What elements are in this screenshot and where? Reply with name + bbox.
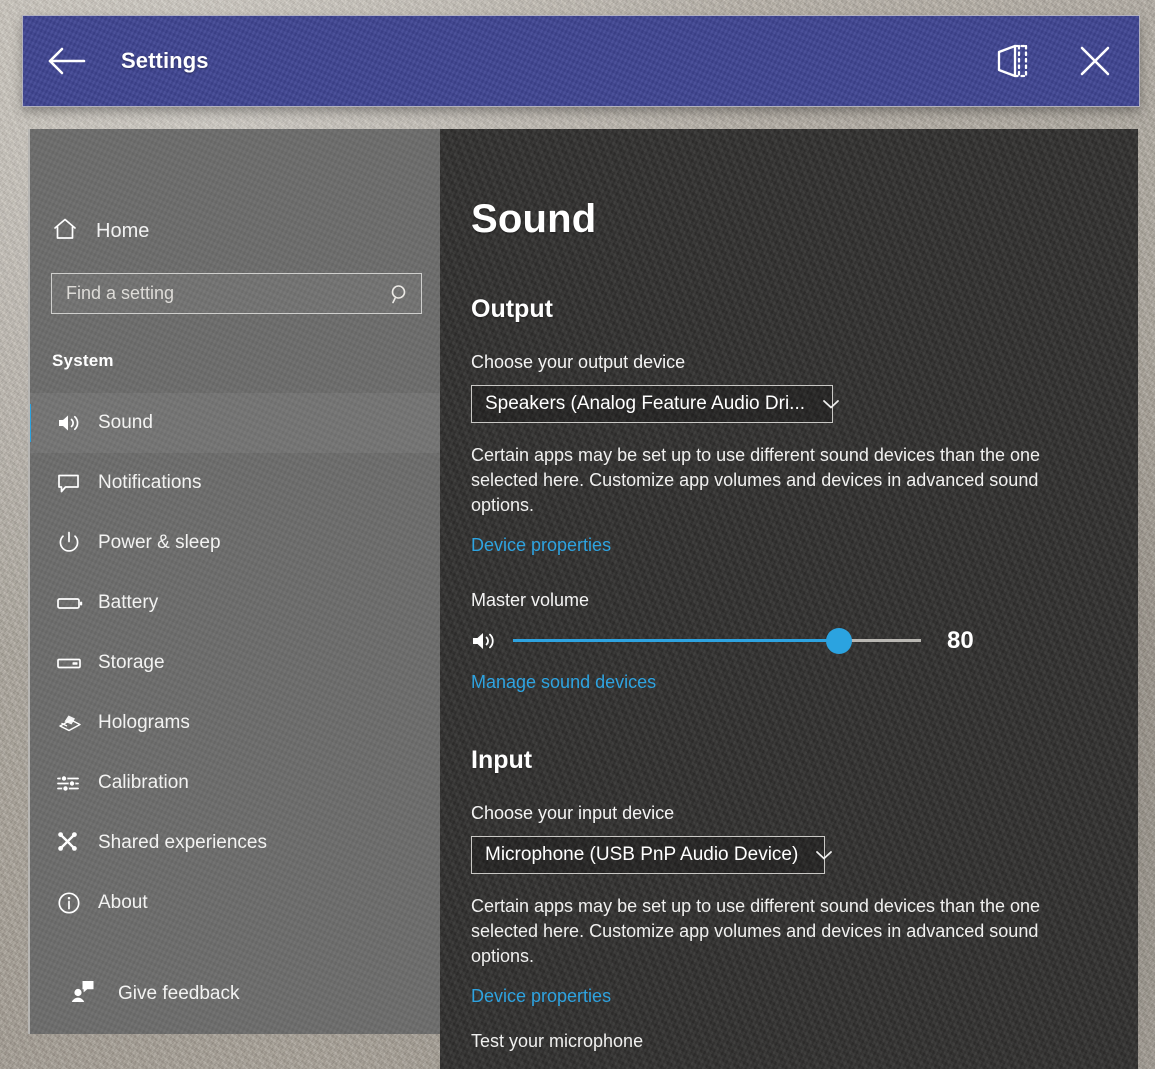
section-title-input: Input bbox=[471, 746, 1138, 775]
holograms-icon bbox=[56, 710, 90, 736]
speaker-icon bbox=[56, 411, 90, 435]
sidebar-item-calibration[interactable]: Calibration bbox=[30, 753, 440, 813]
sidebar-item-label: Notifications bbox=[98, 472, 202, 494]
sidebar-item-power-sleep[interactable]: Power & sleep bbox=[30, 513, 440, 573]
storage-icon bbox=[56, 653, 90, 673]
sidebar-item-give-feedback[interactable]: Give feedback bbox=[30, 966, 440, 1022]
section-title-output: Output bbox=[471, 295, 1138, 324]
sidebar-item-about[interactable]: About bbox=[30, 873, 440, 933]
output-description: Certain apps may be set up to use differ… bbox=[471, 443, 1049, 518]
chevron-down-icon bbox=[814, 848, 834, 862]
chevron-down-icon bbox=[821, 397, 841, 411]
sidebar-item-notifications[interactable]: Notifications bbox=[30, 453, 440, 513]
notification-icon bbox=[56, 471, 90, 495]
sidebar-item-sound[interactable]: Sound bbox=[30, 393, 440, 453]
follow-me-icon bbox=[992, 41, 1034, 81]
page-title: Sound bbox=[471, 197, 1138, 242]
input-device-value: Microphone (USB PnP Audio Device) bbox=[485, 844, 798, 866]
output-device-dropdown[interactable]: Speakers (Analog Feature Audio Dri... bbox=[471, 385, 833, 423]
sidebar-group-label: System bbox=[52, 351, 440, 371]
shared-experiences-icon bbox=[56, 830, 90, 856]
info-icon bbox=[56, 890, 90, 916]
sidebar-home-label: Home bbox=[96, 220, 149, 243]
search-box[interactable] bbox=[51, 273, 422, 314]
settings-sidebar: Home System Sound bbox=[28, 129, 440, 1034]
master-volume-label: Master volume bbox=[471, 590, 1138, 611]
sidebar-item-label: Sound bbox=[98, 412, 153, 434]
settings-content-panel: Sound Output Choose your output device S… bbox=[440, 129, 1138, 1069]
sidebar-item-label: Calibration bbox=[98, 772, 189, 794]
test-microphone-label: Test your microphone bbox=[471, 1031, 1138, 1052]
power-icon bbox=[56, 530, 90, 556]
close-icon bbox=[1074, 40, 1116, 82]
app-title-bar: Settings bbox=[22, 15, 1140, 107]
sidebar-item-shared-experiences[interactable]: Shared experiences bbox=[30, 813, 440, 873]
volume-speaker-icon[interactable] bbox=[471, 629, 505, 653]
input-device-properties-link[interactable]: Device properties bbox=[471, 986, 611, 1007]
sidebar-item-holograms[interactable]: Holograms bbox=[30, 693, 440, 753]
follow-me-button[interactable] bbox=[975, 15, 1051, 107]
sidebar-item-label: Holograms bbox=[98, 712, 190, 734]
home-icon bbox=[52, 216, 78, 247]
sidebar-item-label: Battery bbox=[98, 592, 158, 614]
search-icon[interactable] bbox=[389, 274, 411, 313]
master-volume-row: 80 bbox=[471, 627, 1138, 655]
slider-thumb[interactable] bbox=[826, 628, 852, 654]
manage-sound-devices-link[interactable]: Manage sound devices bbox=[471, 672, 656, 693]
sidebar-item-storage[interactable]: Storage bbox=[30, 633, 440, 693]
close-button[interactable] bbox=[1051, 15, 1139, 107]
output-device-label: Choose your output device bbox=[471, 352, 1138, 373]
sidebar-item-label: About bbox=[98, 892, 148, 914]
sidebar-feedback-label: Give feedback bbox=[118, 983, 239, 1005]
sidebar-item-home[interactable]: Home bbox=[52, 209, 440, 253]
input-description: Certain apps may be set up to use differ… bbox=[471, 894, 1049, 969]
sidebar-nav-list: Sound Notifications Power & sleep bbox=[30, 393, 440, 933]
search-input[interactable] bbox=[52, 274, 362, 313]
input-device-dropdown[interactable]: Microphone (USB PnP Audio Device) bbox=[471, 836, 825, 874]
master-volume-slider[interactable] bbox=[513, 628, 921, 654]
slider-fill bbox=[513, 639, 839, 642]
input-device-label: Choose your input device bbox=[471, 803, 1138, 824]
sidebar-item-label: Storage bbox=[98, 652, 165, 674]
back-arrow-icon bbox=[46, 44, 86, 78]
calibration-icon bbox=[56, 771, 90, 795]
master-volume-value: 80 bbox=[947, 627, 974, 655]
output-device-value: Speakers (Analog Feature Audio Dri... bbox=[485, 393, 805, 415]
back-button[interactable] bbox=[27, 15, 105, 107]
output-device-properties-link[interactable]: Device properties bbox=[471, 535, 611, 556]
sidebar-item-label: Shared experiences bbox=[98, 832, 267, 854]
sidebar-item-label: Power & sleep bbox=[98, 532, 221, 554]
feedback-person-icon bbox=[70, 979, 96, 1010]
battery-icon bbox=[56, 593, 90, 613]
app-title: Settings bbox=[121, 48, 209, 74]
sidebar-item-battery[interactable]: Battery bbox=[30, 573, 440, 633]
